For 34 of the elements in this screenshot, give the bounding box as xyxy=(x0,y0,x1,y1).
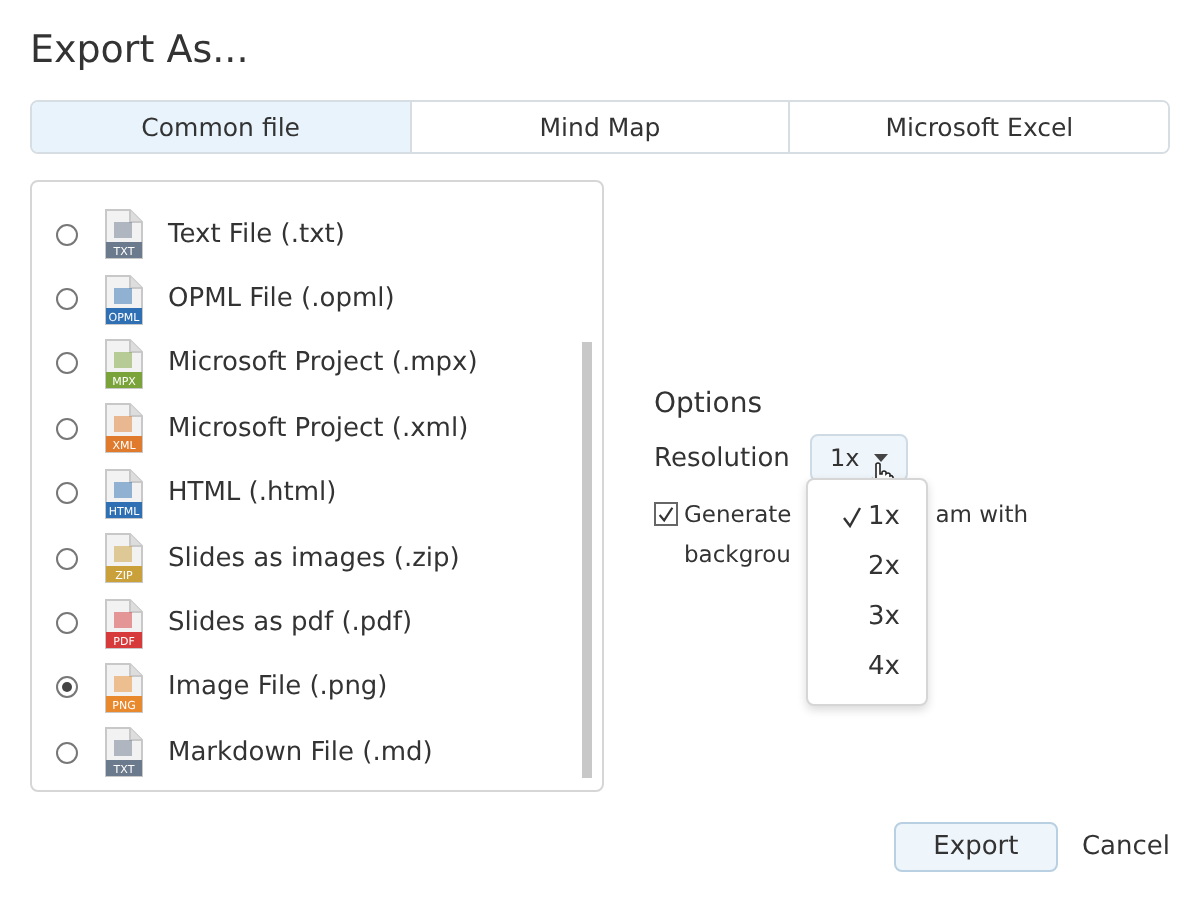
resolution-label: Resolution xyxy=(654,443,790,473)
radio-button[interactable] xyxy=(56,741,78,764)
menu-item[interactable]: 1x xyxy=(808,492,926,542)
checkbox-label: Generate xyxy=(684,498,792,532)
scrollbar[interactable] xyxy=(582,342,592,778)
tab[interactable]: Microsoft Excel xyxy=(788,102,1168,152)
menu-item[interactable]: 2x xyxy=(808,542,926,592)
radio-button[interactable] xyxy=(56,223,78,246)
options-heading: Options xyxy=(654,388,765,420)
radio-button[interactable] xyxy=(56,547,78,570)
export-button[interactable]: Export xyxy=(893,822,1058,872)
radio-button[interactable] xyxy=(56,482,78,505)
checkbox[interactable] xyxy=(654,502,678,526)
format-label: OPML File (.opml) xyxy=(168,284,395,315)
menu-item[interactable]: 3x xyxy=(808,592,926,642)
format-label: HTML (.html) xyxy=(168,478,337,509)
tab[interactable]: Common file xyxy=(32,102,410,152)
radio-button[interactable] xyxy=(56,676,78,699)
checkbox-label: am with xyxy=(935,498,1029,532)
format-label: Image File (.png) xyxy=(168,672,388,703)
cancel-button[interactable]: Cancel xyxy=(1081,832,1170,862)
menu-item[interactable]: 4x xyxy=(808,642,926,692)
radio-button[interactable] xyxy=(56,352,78,375)
dialog-title: Export As... xyxy=(30,28,251,76)
format-label: Text File (.txt) xyxy=(168,219,345,250)
radio-button[interactable] xyxy=(56,288,78,311)
format-label: Slides as pdf (.pdf) xyxy=(168,608,413,639)
format-label: Microsoft Project (.mpx) xyxy=(168,348,478,379)
format-label: Microsoft Project (.xml) xyxy=(168,413,469,444)
radio-button[interactable] xyxy=(56,417,78,440)
radio-button[interactable] xyxy=(56,612,78,635)
format-label: Slides as images (.zip) xyxy=(168,543,460,574)
format-label: Markdown File (.md) xyxy=(168,737,433,768)
checkbox-label: backgrou xyxy=(684,540,791,568)
